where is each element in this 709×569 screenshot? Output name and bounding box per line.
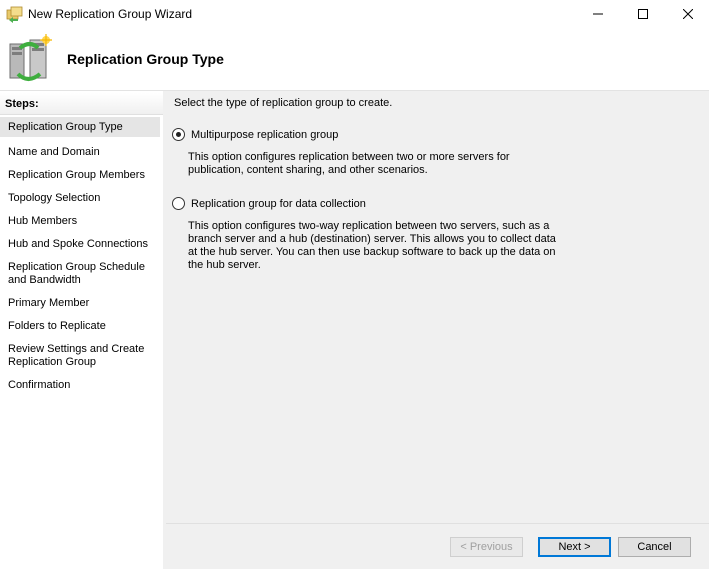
option-data-collection-description: This option configures two-way replicati… bbox=[188, 220, 556, 271]
maximize-icon bbox=[638, 9, 648, 19]
minimize-button[interactable] bbox=[575, 0, 621, 28]
steps-label: Steps: bbox=[5, 98, 39, 110]
close-icon bbox=[683, 9, 693, 19]
title-bar: New Replication Group Wizard bbox=[0, 0, 709, 28]
close-button[interactable] bbox=[665, 0, 709, 28]
page-title: Replication Group Type bbox=[67, 51, 224, 67]
wizard-content: Select the type of replication group to … bbox=[166, 91, 709, 569]
step-replication-group-members: Replication Group Members bbox=[8, 169, 145, 181]
step-schedule-and-bandwidth: Replication Group Schedule and Bandwidth bbox=[8, 261, 145, 286]
step-name-and-domain: Name and Domain bbox=[8, 146, 100, 158]
step-hub-and-spoke-connections: Hub and Spoke Connections bbox=[8, 238, 149, 250]
previous-button[interactable]: < Previous bbox=[450, 537, 523, 557]
folder-replication-icon bbox=[6, 5, 24, 23]
step-confirmation: Confirmation bbox=[8, 379, 71, 391]
option-multipurpose-description: This option configures replication betwe… bbox=[188, 151, 510, 176]
next-button[interactable]: Next > bbox=[538, 537, 611, 557]
option-multipurpose[interactable]: Multipurpose replication group bbox=[172, 128, 338, 141]
option-data-collection-label[interactable]: Replication group for data collection bbox=[191, 198, 366, 210]
step-hub-members: Hub Members bbox=[8, 215, 78, 227]
minimize-icon bbox=[593, 13, 603, 15]
steps-header: Steps: bbox=[0, 93, 163, 115]
step-label: Replication Group Type bbox=[8, 121, 123, 133]
step-primary-member: Primary Member bbox=[8, 297, 90, 309]
step-folders-to-replicate: Folders to Replicate bbox=[8, 320, 106, 332]
option-data-collection[interactable]: Replication group for data collection bbox=[172, 197, 366, 210]
wizard-header: Replication Group Type bbox=[0, 28, 709, 91]
maximize-button[interactable] bbox=[620, 0, 666, 28]
step-replication-group-type: Replication Group Type bbox=[0, 117, 160, 137]
step-review-settings: Review Settings and Create Replication G… bbox=[8, 343, 145, 368]
servers-sync-icon bbox=[8, 34, 54, 84]
steps-sidebar: Steps: Replication Group Type Name and D… bbox=[0, 91, 166, 569]
footer-divider bbox=[166, 523, 709, 524]
window-title: New Replication Group Wizard bbox=[28, 7, 193, 21]
step-topology-selection: Topology Selection bbox=[8, 192, 101, 204]
cancel-button[interactable]: Cancel bbox=[618, 537, 691, 557]
option-multipurpose-label[interactable]: Multipurpose replication group bbox=[191, 129, 338, 141]
instruction-text: Select the type of replication group to … bbox=[174, 97, 393, 109]
radio-multipurpose[interactable] bbox=[172, 128, 185, 141]
radio-data-collection[interactable] bbox=[172, 197, 185, 210]
